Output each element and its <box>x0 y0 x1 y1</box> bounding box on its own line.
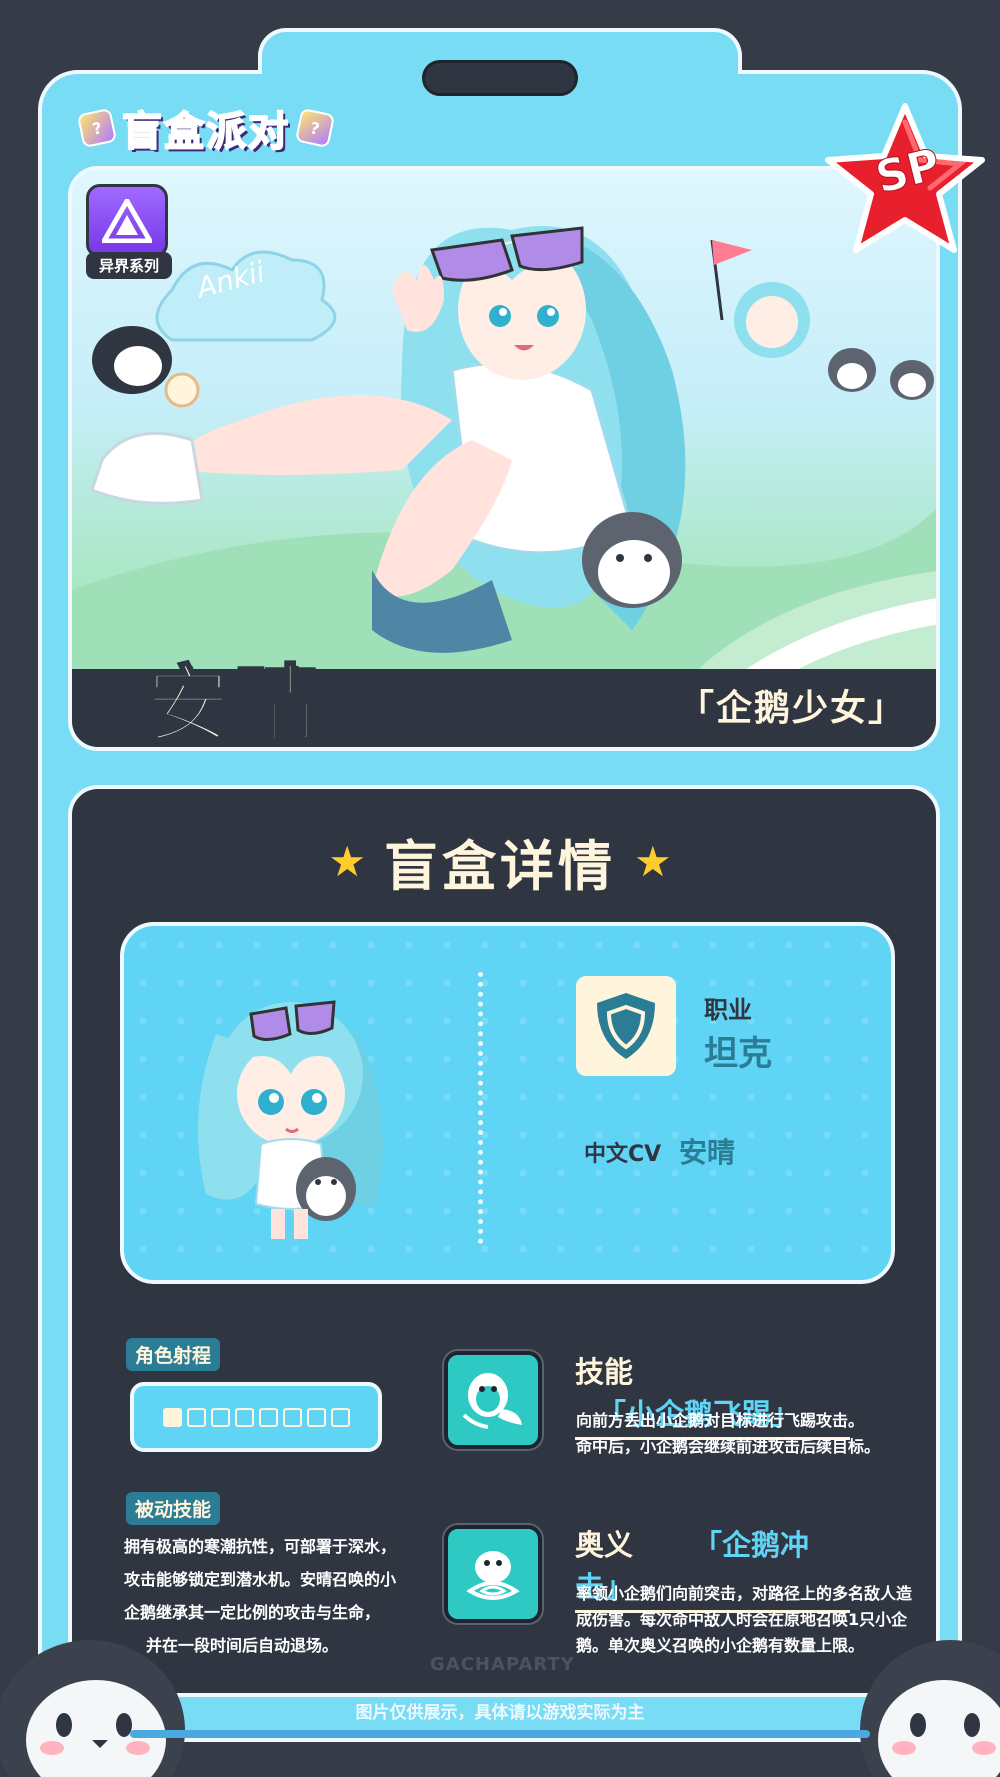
range-cell <box>210 1407 230 1427</box>
skill-description: 向前方丢出小企鹅对目标进行飞踢攻击。 命中后，小企鹅会继续前进攻击后续目标。 <box>576 1408 936 1460</box>
character-name: 安晴 <box>144 655 323 751</box>
chibi-portrait <box>198 1000 383 1239</box>
skill-line: 命中后，小企鹅会继续前进攻击后续目标。 <box>576 1437 881 1456</box>
penguin-swirl-icon <box>466 1551 520 1600</box>
footer-note: 图片仅供展示，具体请以游戏实际为主 <box>355 1703 645 1723</box>
rarity-badge: SP <box>820 100 990 260</box>
star-icon: ★ <box>634 836 672 886</box>
skill-kind: 技能 <box>575 1355 634 1389</box>
brand-logo: ? 盲盒派对 ? <box>76 100 336 156</box>
cube-icon: ? <box>76 107 118 149</box>
range-cell <box>234 1407 254 1427</box>
detail-heading-text: 盲盒详情 <box>384 834 616 898</box>
class-value: 坦克 <box>704 1034 772 1074</box>
range-cell <box>330 1407 350 1427</box>
series-badge: 异界系列 <box>86 184 172 284</box>
cv-value: 安晴 <box>679 1136 736 1169</box>
detail-heading: ★ 盲盒详情 ★ <box>0 826 1000 898</box>
ultimate-line: 率领小企鹅们向前突击，对路径上的多名敌人造 <box>576 1584 913 1603</box>
skill-line: 向前方丢出小企鹅对目标进行飞踢攻击。 <box>576 1411 865 1430</box>
series-label: 异界系列 <box>86 252 172 279</box>
ultimate-kind: 奥义 <box>575 1528 634 1562</box>
shield-icon <box>576 976 676 1076</box>
range-cell <box>306 1407 326 1427</box>
passive-label: 被动技能 <box>126 1492 221 1525</box>
range-cell <box>282 1407 302 1427</box>
range-cell <box>258 1407 278 1427</box>
passive-line: 攻击能够锁定到潜水机。安晴召唤的小 <box>124 1570 397 1589</box>
card-slot <box>422 60 578 96</box>
skill-icon[interactable] <box>444 1351 542 1449</box>
passive-line: 拥有极高的寒潮抗性，可部署于深水， <box>124 1537 397 1556</box>
range-cell <box>162 1407 182 1427</box>
triangle-emblem-icon <box>86 184 168 258</box>
range-cell <box>186 1407 206 1427</box>
watermark: GACHAPARTY <box>430 1654 575 1675</box>
cv-label: 中文CV <box>584 1142 662 1167</box>
range-meter <box>130 1382 382 1452</box>
divider <box>478 972 483 1244</box>
character-title: 「企鹅少女」 <box>677 688 906 729</box>
range-label: 角色射程 <box>126 1338 221 1371</box>
penguin-kick-icon <box>462 1373 522 1429</box>
logo-text: 盲盒派对 <box>121 108 290 156</box>
info-box: 职业 坦克 中文CV 安晴 <box>120 922 895 1284</box>
cube-icon: ? <box>294 107 336 149</box>
footer-bar <box>130 1730 870 1738</box>
class-label: 职业 <box>704 996 752 1024</box>
ultimate-icon[interactable] <box>444 1525 542 1623</box>
character-art-panel: Ankii 安晴 「企鹅少女」 <box>68 166 940 751</box>
star-icon: ★ <box>328 836 366 886</box>
